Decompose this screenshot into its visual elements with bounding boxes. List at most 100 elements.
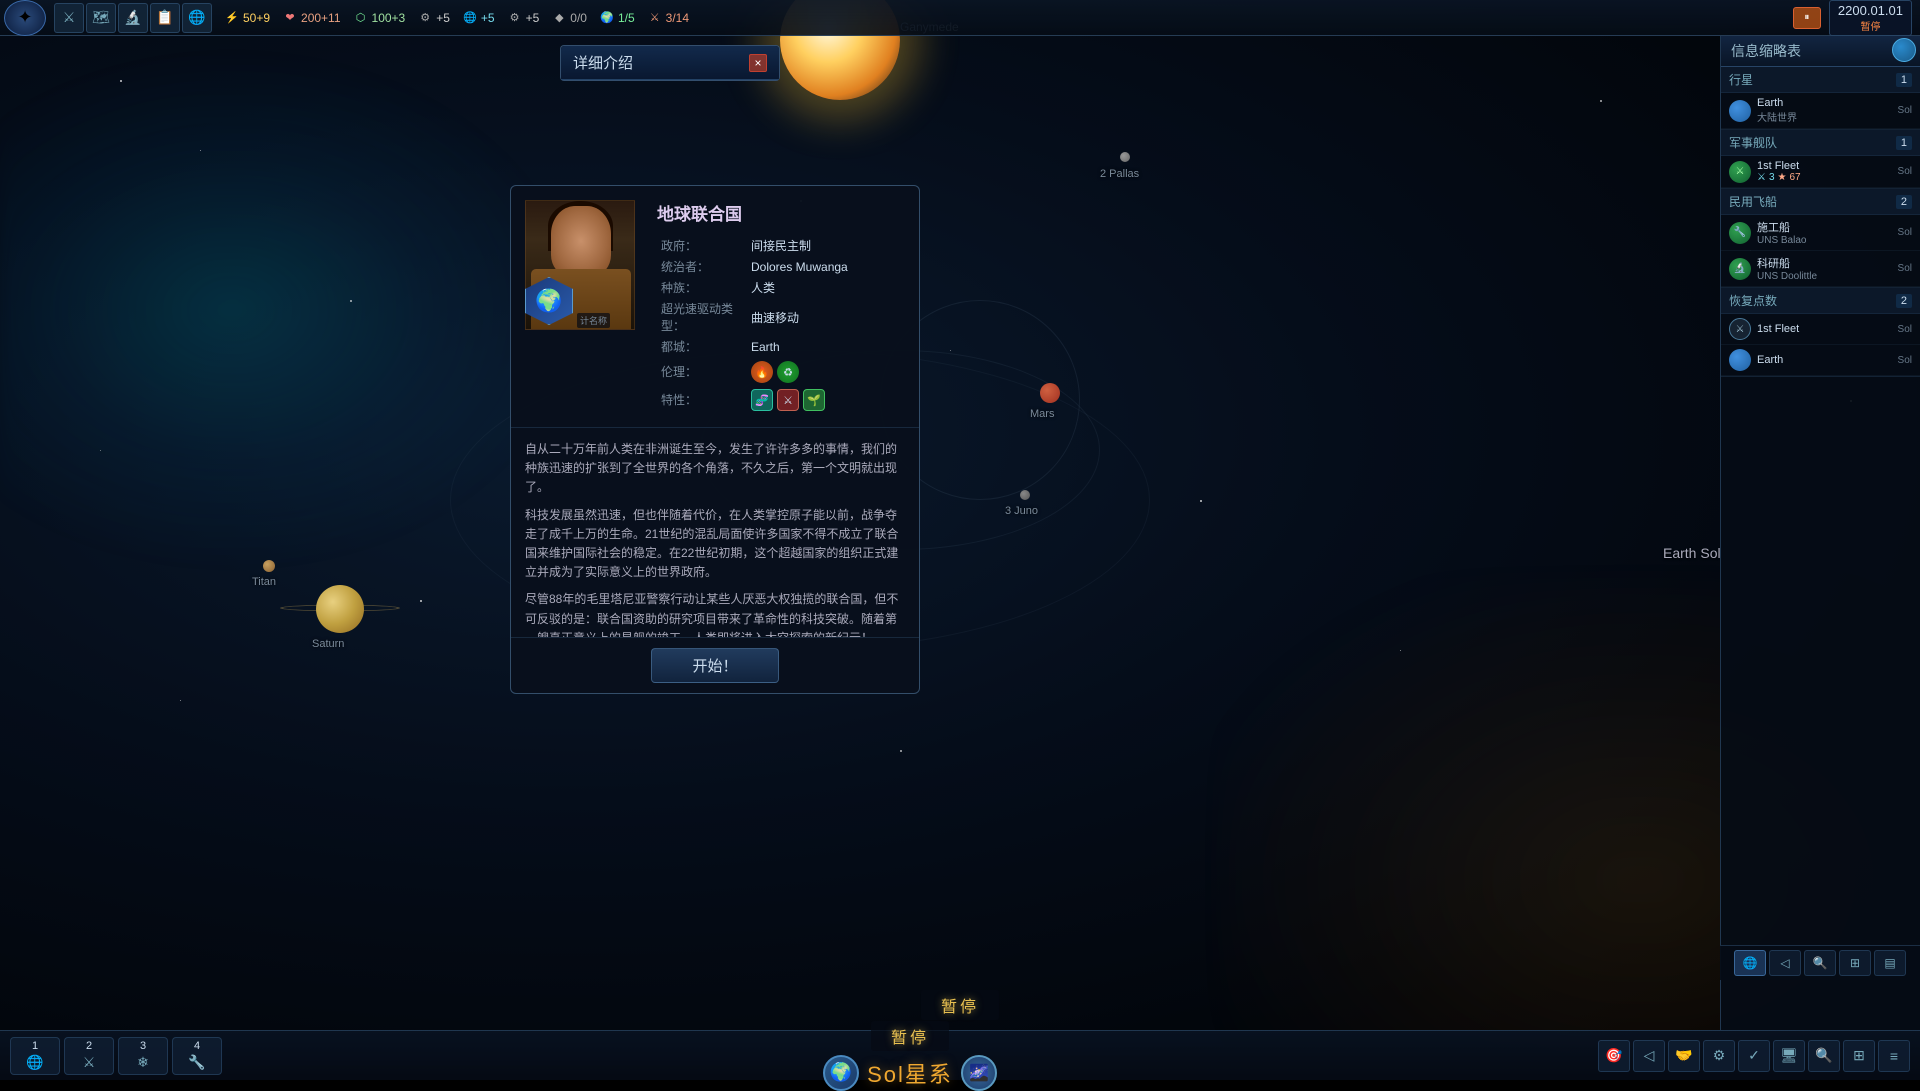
planets-section: 行星 1 Earth 大陆世界 Sol <box>1721 67 1920 130</box>
constructor-icon: 🔧 <box>1729 222 1751 244</box>
ctrl-back2[interactable]: ◁ <box>1633 1040 1665 1072</box>
tech-resource: ⚙ +5 <box>417 10 450 26</box>
panel-ctrl-filter[interactable]: ▤ <box>1874 950 1906 976</box>
civ-portrait: 🌍 计名称 <box>525 200 645 330</box>
pallas-label: 2 Pallas <box>1100 168 1139 180</box>
civ-dialog-header: 🌍 计名称 地球联合国 政府： 间接民主制 统治者： Dolores Muwan… <box>511 186 919 428</box>
policy-icon[interactable]: 📋 <box>150 3 180 33</box>
panel-ctrl-zoom[interactable]: 🔍 <box>1804 950 1836 976</box>
system-logo[interactable]: 🌍 <box>823 1055 859 1091</box>
lore-text: 自从二十万年前人类在非洲诞生至今，发生了许许多多的事情，我们的种族迅速的扩张到了… <box>525 440 905 638</box>
bottom-bar: 1 🌐 2 ⚔ 3 ❄ 4 🔧 暂停 🌍 Sol星系 🌌 🎯 ◁ 🤝 ⚙ ✓ 🖥… <box>0 1030 1920 1080</box>
pallas-planet <box>1120 152 1130 162</box>
planets-section-header: 行星 1 <box>1721 67 1920 93</box>
ctrl-settings[interactable]: ⚙ <box>1703 1040 1735 1072</box>
bottom-center: 暂停 🌍 Sol星系 🌌 <box>823 1021 997 1091</box>
portrait-face <box>551 206 611 276</box>
mars-planet <box>1040 383 1060 403</box>
top-bar: ✦ ⚔ 🗺 🔬 📋 🌐 ⚡ 50+9 ❤ 200+11 ⬡ 100+3 ⚙ +5… <box>0 0 1920 36</box>
trait-icon-2: 🌱 <box>803 389 825 411</box>
panel-globe-icon[interactable] <box>1892 38 1916 62</box>
panel-earth-item[interactable]: Earth 大陆世界 Sol <box>1721 93 1920 129</box>
minerals-resource: ⬡ 100+3 <box>353 10 406 26</box>
saturn-planet <box>316 585 364 633</box>
ctrl-grid2[interactable]: ⊞ <box>1843 1040 1875 1072</box>
civilian-section: 民用飞船 2 🔧 施工船 UNS Balao Sol 🔬 科研船 UNS Doo… <box>1721 189 1920 288</box>
science-icon: 🔬 <box>1729 258 1751 280</box>
space-background: Mars Saturn Titan 3 Juno 2 Pallas Ganyme… <box>0 0 1920 1080</box>
military-section: 军事舰队 1 ⚔ 1st Fleet ⚔ 3 ★ 67 Sol <box>1721 130 1920 189</box>
emblem-label: 计名称 <box>577 313 610 328</box>
research-icon[interactable]: 🔬 <box>118 3 148 33</box>
ctrl-diplomacy2[interactable]: 🤝 <box>1668 1040 1700 1072</box>
earth-sol-label: Earth Sol <box>1663 545 1721 561</box>
pause-button[interactable]: ⏸ <box>1793 7 1821 29</box>
ctrl-monitor[interactable]: 🖥 <box>1773 1040 1805 1072</box>
detail-dialog: 详细介绍 × <box>560 45 780 81</box>
ctrl-menu[interactable]: ≡ <box>1878 1040 1910 1072</box>
panel-ctrl-row-1: 🌐 ◁ 🔍 ⊞ ▤ <box>1724 950 1916 976</box>
top-bar-right: ⏸ 2200.01.01 暂停 <box>1785 0 1920 36</box>
civ-lore: 自从二十万年前人类在非洲诞生至今，发生了许许多多的事情，我们的种族迅速的扩张到了… <box>511 428 919 638</box>
units-icon[interactable]: ⚔ <box>54 3 84 33</box>
panel-constructor-item[interactable]: 🔧 施工船 UNS Balao Sol <box>1721 215 1920 251</box>
date-display: 2200.01.01 暂停 <box>1829 0 1912 36</box>
panel-fleet-item[interactable]: ⚔ 1st Fleet ⚔ 3 ★ 67 Sol <box>1721 156 1920 188</box>
influence-resource: 🌐 +5 <box>462 10 495 26</box>
bottom-center-row: 🌍 Sol星系 🌌 <box>823 1055 997 1091</box>
mars-label: Mars <box>1030 408 1054 420</box>
bottom-tab-0[interactable]: 1 🌐 <box>10 1037 60 1075</box>
earth-planet-icon <box>1729 100 1751 122</box>
panel-recovery-fleet-item[interactable]: ⚔ 1st Fleet Sol <box>1721 314 1920 345</box>
recovery-section: 恢复点数 2 ⚔ 1st Fleet Sol Earth Sol <box>1721 288 1920 377</box>
start-button[interactable]: 开始！ <box>651 648 778 683</box>
civ-dialog: 🌍 计名称 地球联合国 政府： 间接民主制 统治者： Dolores Muwan… <box>510 185 920 694</box>
ctrl-center[interactable]: 🎯 <box>1598 1040 1630 1072</box>
bottom-tab-1[interactable]: 2 ⚔ <box>64 1037 114 1075</box>
alloy-resource: ◆ 0/0 <box>551 10 587 26</box>
bottom-tabs: 1 🌐 2 ⚔ 3 ❄ 4 🔧 <box>10 1037 222 1075</box>
saturn-label: Saturn <box>312 638 344 650</box>
civilian-section-header: 民用飞船 2 <box>1721 189 1920 215</box>
pop-resource: ⚔ 3/14 <box>647 10 689 26</box>
panel-ctrl-grid[interactable]: ⊞ <box>1839 950 1871 976</box>
titan-planet <box>263 560 275 572</box>
recovery-fleet-icon: ⚔ <box>1729 318 1751 340</box>
juno-planet <box>1020 490 1030 500</box>
action-icons: ⚔ 🗺 🔬 📋 🌐 <box>50 3 216 33</box>
system-name: Sol星系 <box>867 1057 953 1089</box>
recovery-earth-icon <box>1729 349 1751 371</box>
panel-ctrl-map[interactable]: 🌐 <box>1734 950 1766 976</box>
panel-recovery-earth-item[interactable]: Earth Sol <box>1721 345 1920 376</box>
recovery-section-header: 恢复点数 2 <box>1721 288 1920 314</box>
ethic-icon-0: 🔥 <box>751 361 773 383</box>
fleet-icon: ⚔ <box>1729 161 1751 183</box>
galaxy-button[interactable]: 🌌 <box>961 1055 997 1091</box>
panel-ctrl-back[interactable]: ◁ <box>1769 950 1801 976</box>
ctrl-zoom2[interactable]: 🔍 <box>1808 1040 1840 1072</box>
science-item-info: 科研船 UNS Doolittle <box>1757 255 1892 282</box>
unity-resource: ⚙ +5 <box>507 10 540 26</box>
recovery-earth-info: Earth <box>1757 354 1892 366</box>
bottom-tab-2[interactable]: 3 ❄ <box>118 1037 168 1075</box>
game-logo[interactable]: ✦ <box>4 0 46 36</box>
detail-dialog-close[interactable]: × <box>749 54 767 72</box>
bottom-right-controls: 🎯 ◁ 🤝 ⚙ ✓ 🖥 🔍 ⊞ ≡ <box>1598 1040 1910 1072</box>
panel-science-item[interactable]: 🔬 科研船 UNS Doolittle Sol <box>1721 251 1920 287</box>
civ-name: 地球联合国 <box>657 200 905 225</box>
fleet-strength: ⚔ 3 ★ 67 <box>1757 172 1892 183</box>
panel-bottom-controls: 🌐 ◁ 🔍 ⊞ ▤ <box>1720 945 1920 980</box>
ctrl-check[interactable]: ✓ <box>1738 1040 1770 1072</box>
diplomacy-icon[interactable]: 🌐 <box>182 3 212 33</box>
juno-label: 3 Juno <box>1005 505 1038 517</box>
fleet-item-info: 1st Fleet ⚔ 3 ★ 67 <box>1757 160 1892 183</box>
trait-icon-1: ⚔ <box>777 389 799 411</box>
civ-start-section: 开始！ <box>511 638 919 693</box>
earth-item-info: Earth 大陆世界 <box>1757 97 1892 124</box>
food-resource: ❤ 200+11 <box>282 10 341 26</box>
ethics-icons: 🔥 ♻ <box>751 361 901 383</box>
bottom-tab-3[interactable]: 4 🔧 <box>172 1037 222 1075</box>
trait-icon-0: 🧬 <box>751 389 773 411</box>
map-icon[interactable]: 🗺 <box>86 3 116 33</box>
nebula-left <box>0 50 580 570</box>
